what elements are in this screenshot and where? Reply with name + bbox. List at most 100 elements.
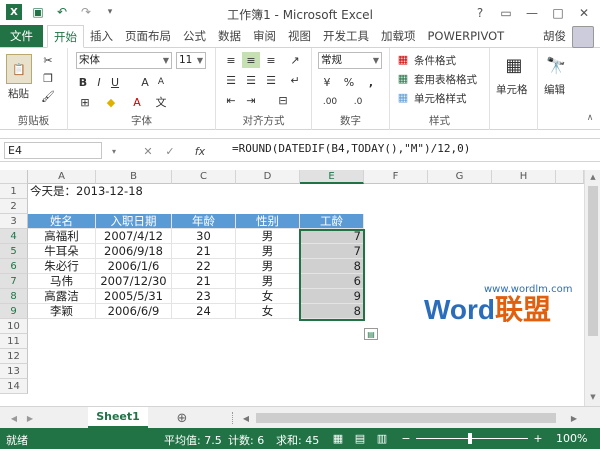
percent-icon[interactable]: % xyxy=(340,74,358,90)
comma-style-icon[interactable]: , xyxy=(362,74,380,90)
table-cell[interactable]: 2007/4/12 xyxy=(96,229,172,244)
tab-review[interactable]: 审阅 xyxy=(247,25,282,47)
scroll-down-icon[interactable]: ▼ xyxy=(587,392,599,402)
table-cell[interactable]: 22 xyxy=(172,259,236,274)
sheet-tab-sheet1[interactable]: Sheet1 xyxy=(88,407,148,428)
format-as-table-button[interactable]: 套用表格格式 xyxy=(414,72,477,87)
font-name-select[interactable]: 宋体 ▼ xyxy=(76,52,172,69)
editing-button[interactable]: 编辑 xyxy=(544,82,565,97)
table-cell[interactable]: 2007/12/30 xyxy=(96,274,172,289)
cancel-icon[interactable]: ✕ xyxy=(140,143,156,159)
tab-home[interactable]: 开始 xyxy=(47,25,84,48)
row-header[interactable]: 11 xyxy=(0,334,28,349)
table-cell[interactable]: 朱必行 xyxy=(28,259,96,274)
zoom-slider-thumb[interactable] xyxy=(468,433,472,444)
collapse-ribbon-icon[interactable]: ∧ xyxy=(584,112,596,124)
table-cell[interactable]: 2005/5/31 xyxy=(96,289,172,304)
prev-sheet-icon[interactable]: ◀ xyxy=(8,411,20,425)
format-painter-icon[interactable]: 🖌 xyxy=(40,88,56,104)
align-center-icon[interactable]: ☰ xyxy=(242,72,260,88)
merge-center-icon[interactable]: ⊟ xyxy=(274,92,292,108)
row-header[interactable]: 12 xyxy=(0,349,28,364)
fill-color-icon[interactable]: ◆ xyxy=(102,94,120,110)
align-middle-icon[interactable]: ≡ xyxy=(242,52,260,68)
column-header[interactable]: C xyxy=(172,170,236,184)
table-cell[interactable]: 24 xyxy=(172,304,236,319)
row-header[interactable]: 7 xyxy=(0,274,28,289)
table-cell[interactable]: 2006/1/6 xyxy=(96,259,172,274)
zoom-level[interactable]: 100% xyxy=(556,432,587,445)
tab-file[interactable]: 文件 xyxy=(0,25,43,47)
column-header[interactable]: F xyxy=(364,170,428,184)
tab-page-layout[interactable]: 页面布局 xyxy=(119,25,177,47)
page-break-view-icon[interactable]: ▥ xyxy=(374,431,390,445)
table-cell[interactable]: 高露洁 xyxy=(28,289,96,304)
quick-analysis-icon[interactable]: ▤ xyxy=(364,328,378,340)
table-cell[interactable]: 2006/6/9 xyxy=(96,304,172,319)
conditional-format-button[interactable]: 条件格式 xyxy=(414,53,456,68)
table-header-cell[interactable]: 入职日期 xyxy=(96,214,172,229)
tab-developer[interactable]: 开发工具 xyxy=(317,25,375,47)
scroll-thumb[interactable] xyxy=(588,186,598,336)
formula-input[interactable]: =ROUND(DATEDIF(B4,TODAY(),"M")/12,0) xyxy=(232,142,470,155)
enter-icon[interactable]: ✓ xyxy=(162,143,178,159)
row-header[interactable]: 5 xyxy=(0,244,28,259)
column-header[interactable]: D xyxy=(236,170,300,184)
close-icon[interactable]: ✕ xyxy=(572,3,596,23)
table-cell[interactable]: 李颖 xyxy=(28,304,96,319)
column-header[interactable]: H xyxy=(492,170,556,184)
table-cell[interactable]: 男 xyxy=(236,229,300,244)
row-header[interactable]: 10 xyxy=(0,319,28,334)
tab-powerpivot[interactable]: POWERPIVOT xyxy=(422,25,511,47)
currency-icon[interactable]: ¥ xyxy=(318,74,336,90)
table-cell[interactable]: 男 xyxy=(236,244,300,259)
row-header[interactable]: 9 xyxy=(0,304,28,319)
wrap-text-icon[interactable]: ↵ xyxy=(286,72,304,88)
decrease-decimal-icon[interactable]: .0 xyxy=(346,94,370,110)
column-header[interactable] xyxy=(556,170,584,184)
border-icon[interactable]: ⊞ xyxy=(76,94,94,110)
row-header[interactable]: 3 xyxy=(0,214,28,229)
zoom-out-icon[interactable]: − xyxy=(400,431,412,445)
table-cell[interactable]: 男 xyxy=(236,274,300,289)
paste-button[interactable]: 粘贴 xyxy=(8,86,29,101)
scroll-left-icon[interactable]: ◀ xyxy=(240,411,252,425)
scroll-right-icon[interactable]: ▶ xyxy=(568,411,580,425)
minimize-icon[interactable]: — xyxy=(520,3,544,23)
cells-icon[interactable]: ▦ xyxy=(502,52,526,78)
font-color-icon[interactable]: A xyxy=(128,94,146,110)
table-cell[interactable]: 2006/9/18 xyxy=(96,244,172,259)
column-header[interactable]: G xyxy=(428,170,492,184)
row-header[interactable]: 2 xyxy=(0,199,28,214)
font-grow-icon[interactable]: A xyxy=(138,74,152,90)
table-header-cell[interactable]: 工龄 xyxy=(300,214,364,229)
maximize-icon[interactable]: □ xyxy=(546,3,570,23)
table-cell[interactable]: 21 xyxy=(172,244,236,259)
tab-formulas[interactable]: 公式 xyxy=(177,25,212,47)
column-header[interactable]: A xyxy=(28,170,96,184)
table-header-cell[interactable]: 姓名 xyxy=(28,214,96,229)
row-header[interactable]: 8 xyxy=(0,289,28,304)
scroll-up-icon[interactable]: ▲ xyxy=(587,172,599,182)
copy-icon[interactable]: ❐ xyxy=(40,70,56,86)
table-cell[interactable]: 高福利 xyxy=(28,229,96,244)
tab-data[interactable]: 数据 xyxy=(212,25,247,47)
vertical-scrollbar[interactable]: ▲ ▼ xyxy=(584,170,600,406)
zoom-in-icon[interactable]: + xyxy=(532,431,544,445)
row-header[interactable]: 1 xyxy=(0,184,28,199)
table-cell[interactable]: 23 xyxy=(172,289,236,304)
cell-a1[interactable]: 今天是：2013-12-18 xyxy=(28,184,228,199)
tab-view[interactable]: 视图 xyxy=(282,25,317,47)
align-bottom-icon[interactable]: ≡ xyxy=(262,52,280,68)
binoculars-icon[interactable]: 🔭 xyxy=(544,52,568,78)
table-cell[interactable]: 女 xyxy=(236,289,300,304)
normal-view-icon[interactable]: ▦ xyxy=(330,431,346,445)
column-header[interactable]: E xyxy=(300,170,364,184)
add-sheet-icon[interactable]: ⊕ xyxy=(174,410,190,426)
select-all-corner[interactable] xyxy=(0,170,28,184)
paste-icon[interactable]: 📋 xyxy=(6,54,32,84)
row-header[interactable]: 14 xyxy=(0,379,28,394)
decrease-indent-icon[interactable]: ⇤ xyxy=(222,92,240,108)
bold-icon[interactable]: B xyxy=(76,74,90,90)
tab-splitter[interactable] xyxy=(232,412,234,424)
